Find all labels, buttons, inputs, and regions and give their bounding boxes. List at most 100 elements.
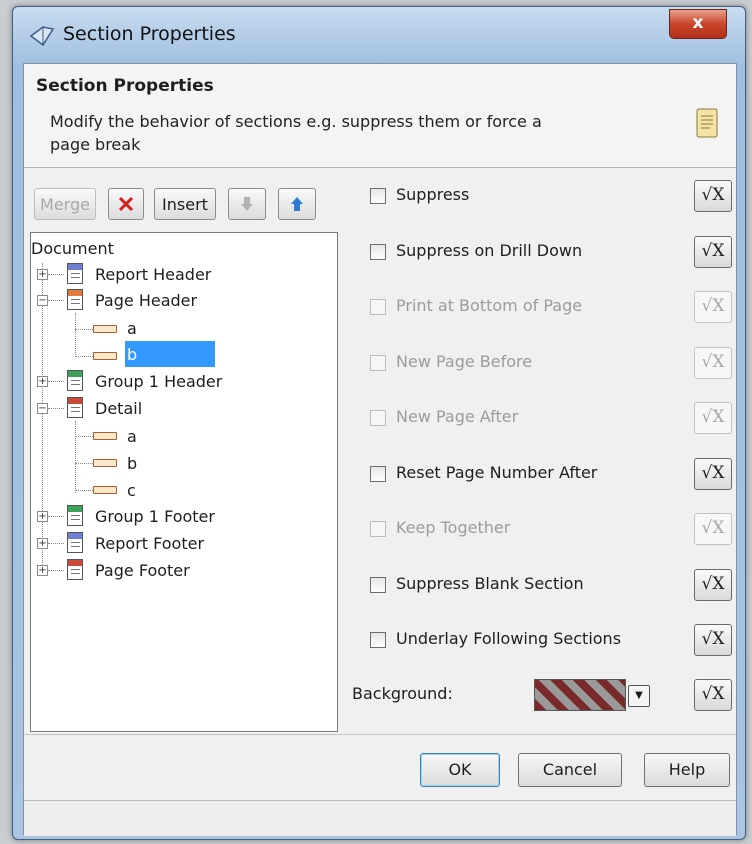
tree-item-report-footer[interactable]: Report Footer [95,530,204,556]
property-row-suppress: Suppress √X [352,176,732,216]
property-row-underlay-following-sections: Underlay Following Sections √X [352,620,732,660]
section-icon [67,559,83,580]
move-up-button[interactable] [278,188,316,220]
header-description: Modify the behavior of sections e.g. sup… [50,112,542,154]
field-icon [93,432,117,440]
property-row-suppress-on-drill-down: Suppress on Drill Down √X [352,232,732,272]
expand-icon[interactable]: + [37,376,48,387]
property-row-reset-page-number-after: Reset Page Number After √X [352,454,732,494]
print-at-bottom-of-page-checkbox[interactable] [370,299,386,315]
section-icon [67,370,83,391]
cancel-button[interactable]: Cancel [518,753,622,787]
property-label: New Page After [396,407,519,426]
dialog-window: Section Properties x Section Properties … [12,6,746,840]
tree-item-detail[interactable]: Detail [95,395,142,421]
section-icon [67,289,83,310]
tree-item-field-b[interactable]: b [127,450,137,476]
title-bar[interactable]: Section Properties x [13,7,745,63]
ok-button[interactable]: OK [420,753,500,787]
dialog-header: Section Properties Modify the behavior o… [24,64,736,168]
arrow-up-icon [291,197,303,211]
suppress-blank-section-checkbox[interactable] [370,577,386,593]
new-page-after-checkbox[interactable] [370,410,386,426]
tree-node-label: Document [31,238,114,258]
dialog-footer: OK Cancel Help [24,734,736,796]
close-button[interactable]: x [669,9,727,39]
keep-together-checkbox[interactable] [370,521,386,537]
tree-item-page-header[interactable]: Page Header [95,287,197,313]
expand-icon[interactable]: + [37,538,48,549]
insert-button[interactable]: Insert [154,188,216,220]
properties-panel: Suppress √X Suppress on Drill Down √X Pr… [352,176,732,732]
background-color-swatch[interactable] [534,679,626,711]
field-icon [93,352,117,360]
formula-button[interactable]: √X [694,569,732,601]
new-page-before-checkbox[interactable] [370,355,386,371]
formula-button[interactable]: √X [694,402,732,434]
move-down-button[interactable] [228,188,266,220]
property-label: Suppress Blank Section [396,574,584,593]
formula-button[interactable]: √X [694,347,732,379]
section-panel: Merge Insert Document + Report Header − … [30,168,338,732]
field-icon [93,325,117,333]
window-title: Section Properties [63,23,236,45]
arrow-down-icon [241,197,253,211]
property-label: Underlay Following Sections [396,629,622,648]
header-title: Section Properties [36,76,214,96]
section-icon [67,397,83,418]
property-label: Keep Together [396,518,511,537]
property-label: Reset Page Number After [396,463,598,482]
red-x-icon [118,196,134,212]
tree-item-page-footer[interactable]: Page Footer [95,557,190,583]
tree-item-group-1-footer[interactable]: Group 1 Footer [95,503,215,529]
collapse-icon[interactable]: − [37,403,48,414]
formula-button[interactable]: √X [694,458,732,490]
delete-button[interactable] [108,188,144,220]
underlay-following-sections-checkbox[interactable] [370,632,386,648]
section-properties-icon [29,26,55,47]
tree-item-field-b-selected[interactable]: b [125,341,215,367]
formula-button[interactable]: √X [694,624,732,656]
expand-icon[interactable]: + [37,565,48,576]
property-label: Suppress [396,185,470,204]
formula-button[interactable]: √X [694,236,732,268]
formula-button[interactable]: √X [694,291,732,323]
dialog-client-area: Section Properties Modify the behavior o… [23,63,737,836]
section-toolbar: Merge Insert [30,176,338,226]
section-icon [67,532,83,553]
property-label: New Page Before [396,352,533,371]
field-icon [93,459,117,467]
field-icon [93,486,117,494]
suppress-checkbox[interactable] [370,188,386,204]
expand-icon[interactable]: + [37,511,48,522]
status-bar [24,800,736,836]
collapse-icon[interactable]: − [37,295,48,306]
property-label: Suppress on Drill Down [396,241,583,260]
background-dropdown-button[interactable]: ▼ [628,685,650,707]
section-icon [67,505,83,526]
property-row-keep-together: Keep Together √X [352,509,732,549]
chevron-down-icon: ▼ [635,690,643,701]
merge-button[interactable]: Merge [34,188,96,220]
tree-item-field-a[interactable]: a [127,315,137,341]
reset-page-number-after-checkbox[interactable] [370,466,386,482]
section-icon [67,263,83,284]
formula-button[interactable]: √X [694,180,732,212]
tree-item-field-a[interactable]: a [127,423,137,449]
section-tree[interactable]: Document + Report Header − Page Header a… [30,232,338,732]
property-row-background: Background: ▼ √X [352,675,732,715]
background-label: Background: [352,684,453,703]
formula-button[interactable]: √X [694,679,732,711]
property-row-new-page-before: New Page Before √X [352,343,732,383]
tree-root-document[interactable]: Document [31,235,114,261]
property-row-print-at-bottom-of-page: Print at Bottom of Page √X [352,287,732,327]
help-button[interactable]: Help [644,753,730,787]
expand-icon[interactable]: + [37,269,48,280]
property-row-suppress-blank-section: Suppress Blank Section √X [352,565,732,605]
property-row-new-page-after: New Page After √X [352,398,732,438]
tree-item-report-header[interactable]: Report Header [95,261,211,287]
formula-button[interactable]: √X [694,513,732,545]
tree-item-field-c[interactable]: c [127,477,136,503]
tree-item-group-1-header[interactable]: Group 1 Header [95,368,222,394]
suppress-on-drill-down-checkbox[interactable] [370,244,386,260]
